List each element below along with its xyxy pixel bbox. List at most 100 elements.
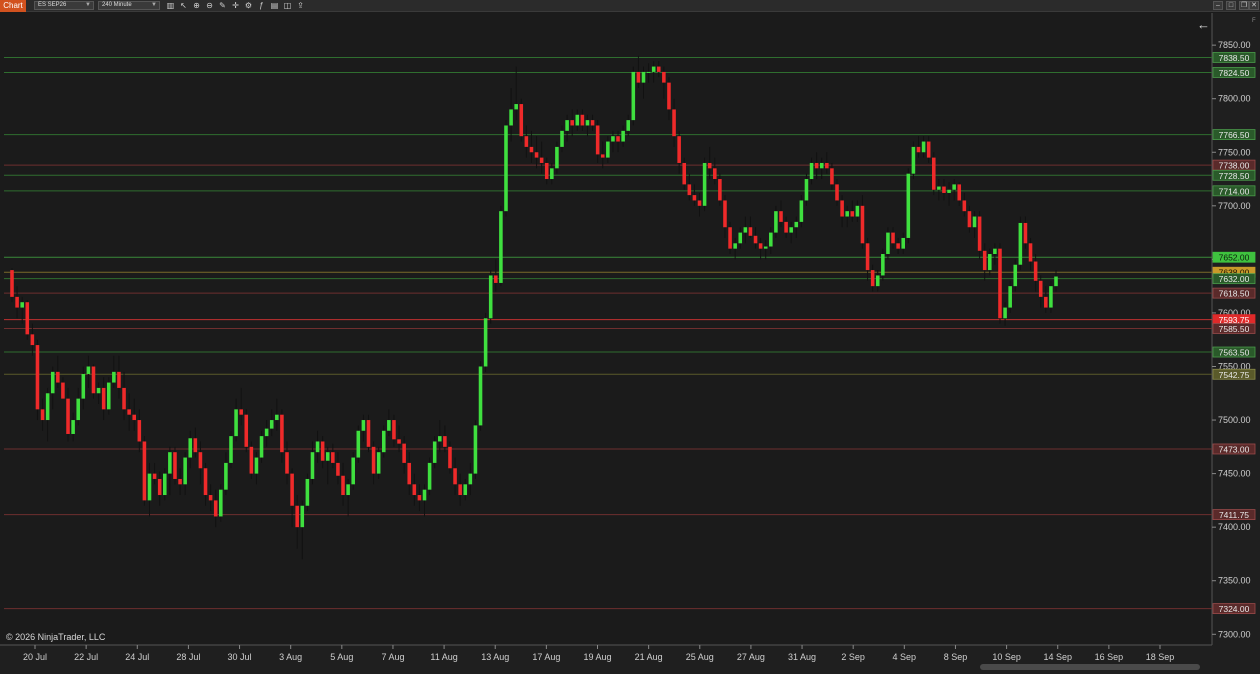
- horizontal-scrollbar[interactable]: [980, 664, 1200, 670]
- level-price-label: 7824.50: [1219, 68, 1250, 78]
- candle-body: [15, 296, 19, 308]
- candle-body: [35, 345, 40, 410]
- candle-body: [758, 243, 763, 249]
- candle-body: [830, 168, 834, 185]
- level-price-label: 7563.50: [1219, 348, 1250, 358]
- date-tick-label: 13 Aug: [481, 652, 509, 662]
- candle-body: [763, 246, 768, 249]
- candle-body: [616, 136, 620, 142]
- candle-body: [295, 505, 299, 528]
- price-chart[interactable]: 7850.007800.007750.007700.007650.007600.…: [0, 13, 1260, 674]
- candle-body: [1044, 296, 1048, 308]
- candle-body: [112, 371, 116, 383]
- date-tick-label: 21 Aug: [635, 652, 663, 662]
- maximize-button[interactable]: □: [1226, 1, 1236, 10]
- candle-body: [519, 104, 524, 137]
- candle-body: [71, 420, 75, 434]
- level-price-label: 7738.00: [1219, 161, 1250, 171]
- candle-body: [707, 162, 712, 169]
- candle-body: [682, 162, 687, 185]
- candle-body: [208, 495, 213, 501]
- candle-body: [748, 227, 753, 236]
- candle-body: [101, 387, 106, 410]
- chart-tab[interactable]: Chart: [0, 0, 26, 12]
- candle-body: [891, 232, 895, 244]
- candle-body: [779, 211, 783, 222]
- candle-body: [570, 120, 574, 126]
- candle-body: [988, 254, 992, 271]
- candle-body: [96, 387, 101, 394]
- minimize-button[interactable]: –: [1213, 1, 1223, 10]
- candle-body: [809, 162, 814, 180]
- close-button[interactable]: ✕: [1249, 1, 1259, 10]
- candle-body: [152, 473, 157, 479]
- candle-body: [651, 66, 656, 72]
- candle-body: [448, 446, 452, 469]
- candle-body: [504, 125, 508, 212]
- pointer-icon[interactable]: ↖: [179, 1, 188, 10]
- instrument-selector[interactable]: ES SEP26 ▼: [34, 1, 94, 10]
- templates-icon[interactable]: ◫: [283, 1, 292, 10]
- draw-tool-icon[interactable]: ✎: [218, 1, 227, 10]
- candle-body: [662, 71, 666, 83]
- candle-body: [529, 146, 534, 153]
- candle-body: [590, 120, 595, 126]
- price-tick-label: 7850.00: [1218, 40, 1251, 50]
- price-tick-label: 7700.00: [1218, 201, 1251, 211]
- candle-body: [249, 446, 254, 474]
- candle-body: [646, 71, 651, 73]
- candle-body: [1018, 222, 1023, 265]
- candle-body: [478, 366, 483, 426]
- arrow-left-icon[interactable]: ←: [1197, 17, 1210, 32]
- candle-body: [850, 211, 855, 217]
- candle-body: [188, 438, 193, 458]
- candle-body: [86, 366, 91, 374]
- candle-body: [285, 452, 289, 474]
- candle-body: [814, 162, 819, 169]
- candle-body: [356, 430, 361, 458]
- date-tick-label: 5 Aug: [330, 652, 353, 662]
- candle-body: [427, 462, 432, 490]
- candle-body: [774, 211, 778, 233]
- candle-body: [127, 409, 131, 415]
- candle-body: [575, 114, 580, 126]
- share-icon[interactable]: ⇪: [296, 1, 305, 10]
- candle-body: [30, 334, 35, 346]
- candle-body: [967, 211, 972, 228]
- date-tick-label: 17 Aug: [532, 652, 560, 662]
- strategies-icon[interactable]: ▤: [270, 1, 279, 10]
- date-tick-label: 2 Sep: [841, 652, 865, 662]
- zoom-out-icon[interactable]: ⊖: [205, 1, 214, 10]
- bar-type-icon[interactable]: ▥: [166, 1, 175, 10]
- candle-body: [835, 184, 839, 201]
- date-tick-label: 8 Sep: [944, 652, 968, 662]
- candle-body: [656, 66, 661, 72]
- candle-body: [1054, 276, 1058, 287]
- restore-button[interactable]: ❐: [1239, 1, 1249, 10]
- level-price-label: 7652.00: [1219, 253, 1250, 263]
- candle-body: [631, 71, 636, 121]
- candle-body: [539, 157, 544, 163]
- candle-body: [305, 478, 310, 506]
- date-tick-label: 14 Sep: [1043, 652, 1072, 662]
- candle-body: [234, 409, 238, 437]
- level-price-label: 7838.50: [1219, 53, 1250, 63]
- properties-icon[interactable]: ⚙: [244, 1, 253, 10]
- candle-body: [203, 468, 208, 496]
- crosshair-icon[interactable]: ✛: [231, 1, 240, 10]
- candle-body: [784, 221, 788, 233]
- candle-body: [606, 141, 610, 158]
- candle-body: [56, 371, 60, 383]
- candle-body: [718, 179, 722, 201]
- indicators-icon[interactable]: ƒ: [257, 1, 266, 10]
- zoom-in-icon[interactable]: ⊕: [192, 1, 201, 10]
- candle-body: [819, 162, 824, 169]
- level-price-label: 7324.00: [1219, 604, 1250, 614]
- interval-selector[interactable]: 240 Minute ▼: [98, 1, 160, 10]
- candle-body: [147, 473, 152, 501]
- candle-body: [402, 443, 406, 463]
- level-price-label: 7632.00: [1219, 274, 1250, 284]
- candle-body: [178, 478, 182, 485]
- candle-body: [45, 393, 50, 421]
- candle-body: [275, 414, 279, 421]
